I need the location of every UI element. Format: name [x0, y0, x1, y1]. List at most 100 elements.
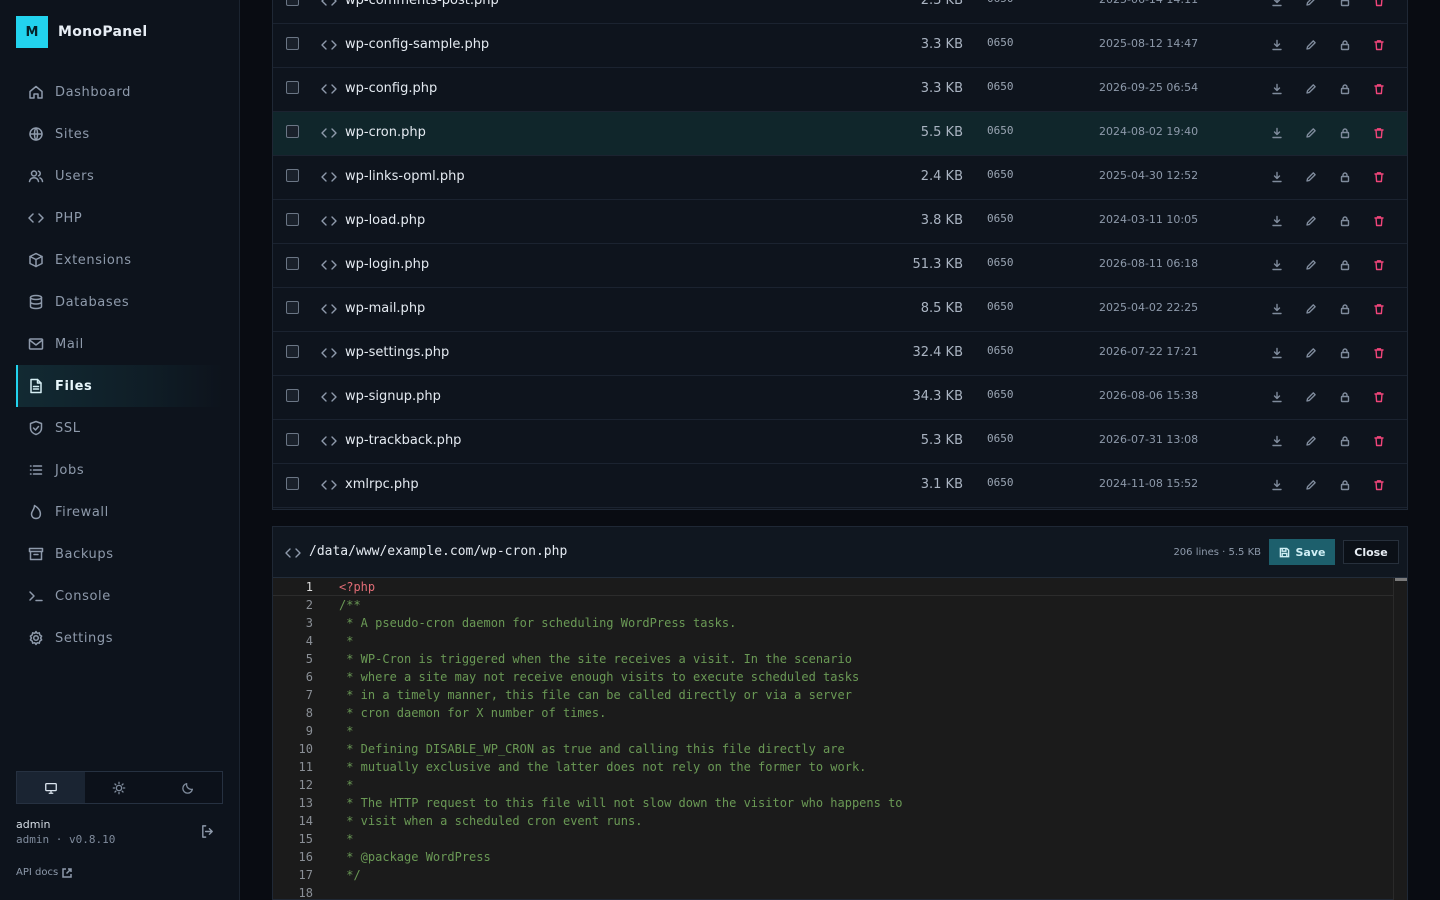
- download-button[interactable]: [1271, 171, 1285, 185]
- editor-scrollbar[interactable]: [1393, 578, 1407, 900]
- logout-button[interactable]: [200, 824, 215, 843]
- close-button[interactable]: Close: [1343, 540, 1399, 564]
- delete-button[interactable]: [1373, 83, 1387, 97]
- delete-button[interactable]: [1373, 171, 1387, 185]
- download-button[interactable]: [1271, 435, 1285, 449]
- file-name[interactable]: wp-trackback.php: [345, 433, 461, 448]
- sidebar-item-console[interactable]: Console: [16, 575, 223, 617]
- permissions-button[interactable]: [1339, 0, 1353, 9]
- save-button[interactable]: Save: [1269, 539, 1335, 565]
- sidebar-item-firewall[interactable]: Firewall: [16, 491, 223, 533]
- delete-button[interactable]: [1373, 127, 1387, 141]
- row-checkbox[interactable]: [286, 213, 299, 226]
- table-row[interactable]: wp-config.php 3.3 KB 0650 2026-09-25 06:54: [273, 68, 1407, 112]
- theme-dark-button[interactable]: [154, 772, 222, 803]
- theme-system-button[interactable]: [17, 772, 86, 803]
- table-row[interactable]: xmlrpc.php 3.1 KB 0650 2024-11-08 15:52: [273, 464, 1407, 508]
- row-checkbox[interactable]: [286, 37, 299, 50]
- rename-button[interactable]: [1305, 127, 1319, 141]
- row-checkbox[interactable]: [286, 301, 299, 314]
- rename-button[interactable]: [1305, 347, 1319, 361]
- sidebar-item-backups[interactable]: Backups: [16, 533, 223, 575]
- sidebar-item-files[interactable]: Files: [16, 365, 223, 407]
- table-row[interactable]: wp-links-opml.php 2.4 KB 0650 2025-04-30 12…: [273, 156, 1407, 200]
- file-name[interactable]: wp-config.php: [345, 81, 437, 96]
- file-name[interactable]: wp-config-sample.php: [345, 37, 489, 52]
- delete-button[interactable]: [1373, 435, 1387, 449]
- download-button[interactable]: [1271, 303, 1285, 317]
- rename-button[interactable]: [1305, 39, 1319, 53]
- table-row[interactable]: wp-load.php 3.8 KB 0650 2024-03-11 10:05: [273, 200, 1407, 244]
- file-name[interactable]: wp-mail.php: [345, 301, 425, 316]
- row-checkbox[interactable]: [286, 389, 299, 402]
- rename-button[interactable]: [1305, 303, 1319, 317]
- row-checkbox[interactable]: [286, 0, 299, 6]
- download-button[interactable]: [1271, 0, 1285, 9]
- table-row[interactable]: wp-trackback.php 5.3 KB 0650 2026-07-31 13:…: [273, 420, 1407, 464]
- table-row[interactable]: wp-config-sample.php 3.3 KB 0650 2025-08-12…: [273, 24, 1407, 68]
- rename-button[interactable]: [1305, 479, 1319, 493]
- delete-button[interactable]: [1373, 303, 1387, 317]
- scrollbar-thumb[interactable]: [1395, 578, 1407, 581]
- download-button[interactable]: [1271, 83, 1285, 97]
- sidebar-item-sites[interactable]: Sites: [16, 113, 223, 155]
- api-docs-link[interactable]: API docs: [16, 867, 72, 878]
- file-name[interactable]: wp-login.php: [345, 257, 429, 272]
- permissions-button[interactable]: [1339, 83, 1353, 97]
- row-checkbox[interactable]: [286, 433, 299, 446]
- delete-button[interactable]: [1373, 259, 1387, 273]
- permissions-button[interactable]: [1339, 391, 1353, 405]
- download-button[interactable]: [1271, 479, 1285, 493]
- sidebar-item-settings[interactable]: Settings: [16, 617, 223, 659]
- row-checkbox[interactable]: [286, 257, 299, 270]
- delete-button[interactable]: [1373, 0, 1387, 9]
- brand[interactable]: M MonoPanel: [16, 16, 147, 48]
- sidebar-item-mail[interactable]: Mail: [16, 323, 223, 365]
- download-button[interactable]: [1271, 391, 1285, 405]
- row-checkbox[interactable]: [286, 345, 299, 358]
- table-row[interactable]: wp-mail.php 8.5 KB 0650 2025-04-02 22:25: [273, 288, 1407, 332]
- row-checkbox[interactable]: [286, 169, 299, 182]
- file-name[interactable]: wp-signup.php: [345, 389, 441, 404]
- sidebar-item-databases[interactable]: Databases: [16, 281, 223, 323]
- permissions-button[interactable]: [1339, 303, 1353, 317]
- delete-button[interactable]: [1373, 39, 1387, 53]
- download-button[interactable]: [1271, 347, 1285, 361]
- rename-button[interactable]: [1305, 83, 1319, 97]
- file-name[interactable]: wp-load.php: [345, 213, 425, 228]
- rename-button[interactable]: [1305, 0, 1319, 9]
- download-button[interactable]: [1271, 259, 1285, 273]
- permissions-button[interactable]: [1339, 259, 1353, 273]
- delete-button[interactable]: [1373, 479, 1387, 493]
- permissions-button[interactable]: [1339, 479, 1353, 493]
- rename-button[interactable]: [1305, 171, 1319, 185]
- rename-button[interactable]: [1305, 215, 1319, 229]
- sidebar-item-extensions[interactable]: Extensions: [16, 239, 223, 281]
- permissions-button[interactable]: [1339, 215, 1353, 229]
- file-name[interactable]: wp-comments-post.php: [345, 0, 499, 8]
- download-button[interactable]: [1271, 215, 1285, 229]
- row-checkbox[interactable]: [286, 477, 299, 490]
- rename-button[interactable]: [1305, 391, 1319, 405]
- file-name[interactable]: wp-links-opml.php: [345, 169, 465, 184]
- delete-button[interactable]: [1373, 391, 1387, 405]
- table-row[interactable]: wp-login.php 51.3 KB 0650 2026-08-11 06:18: [273, 244, 1407, 288]
- row-checkbox[interactable]: [286, 81, 299, 94]
- rename-button[interactable]: [1305, 435, 1319, 449]
- code-text-area[interactable]: 1 <?php 2 /** 3 * A pseudo-cron daemon for s…: [273, 578, 1393, 900]
- permissions-button[interactable]: [1339, 127, 1353, 141]
- file-name[interactable]: wp-cron.php: [345, 125, 426, 140]
- sidebar-item-dashboard[interactable]: Dashboard: [16, 71, 223, 113]
- table-row[interactable]: wp-cron.php 5.5 KB 0650 2024-08-02 19:40: [273, 112, 1407, 156]
- sidebar-item-users[interactable]: Users: [16, 155, 223, 197]
- permissions-button[interactable]: [1339, 171, 1353, 185]
- delete-button[interactable]: [1373, 347, 1387, 361]
- theme-light-button[interactable]: [85, 772, 153, 803]
- permissions-button[interactable]: [1339, 347, 1353, 361]
- row-checkbox[interactable]: [286, 125, 299, 138]
- download-button[interactable]: [1271, 127, 1285, 141]
- rename-button[interactable]: [1305, 259, 1319, 273]
- file-name[interactable]: xmlrpc.php: [345, 477, 419, 492]
- file-name[interactable]: wp-settings.php: [345, 345, 449, 360]
- table-row[interactable]: wp-settings.php 32.4 KB 0650 2026-07-22 17:…: [273, 332, 1407, 376]
